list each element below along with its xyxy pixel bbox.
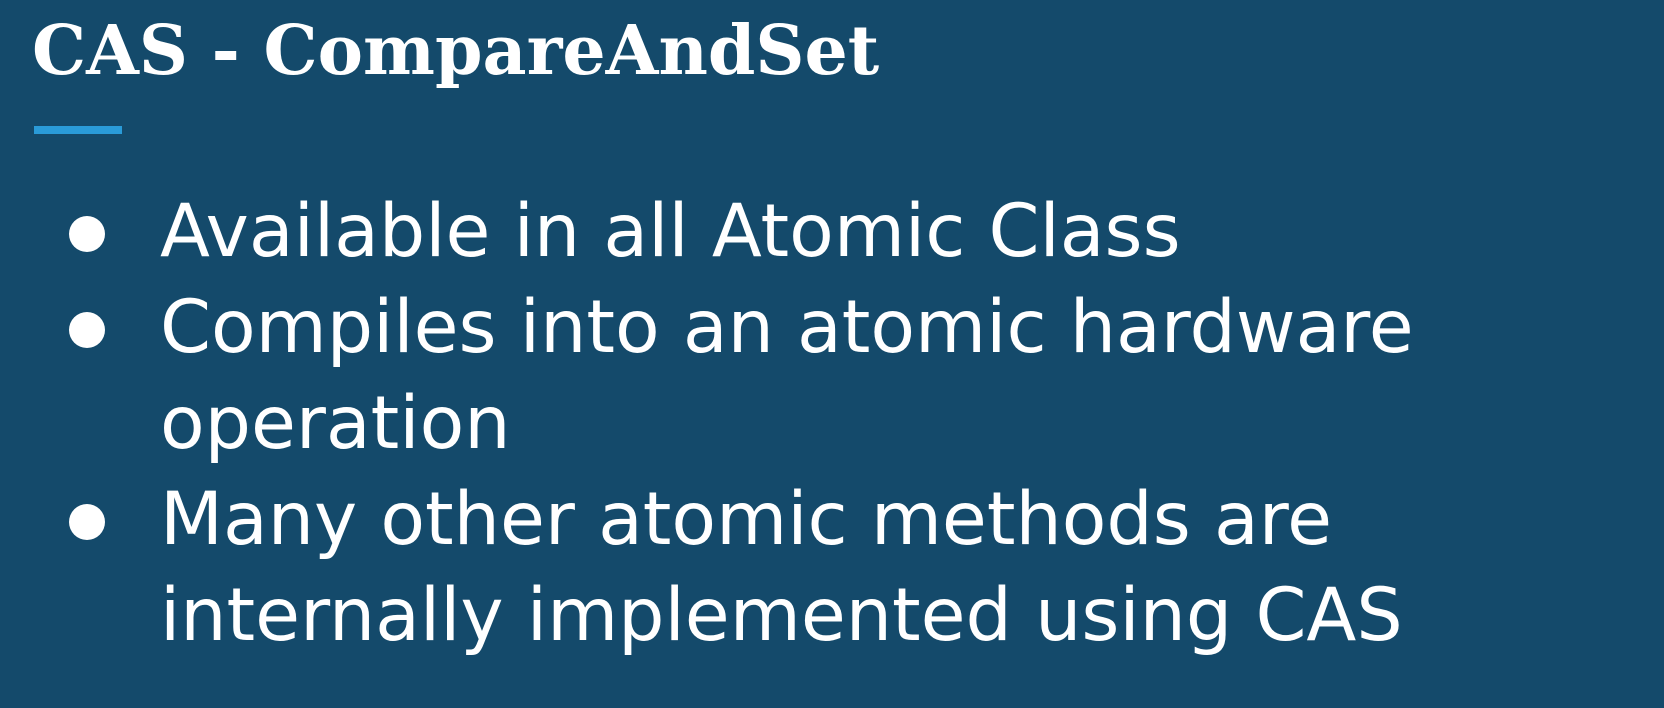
bullet-item: Compiles into an atomic hardware operati…: [0, 280, 1664, 472]
bullet-line: Many other atomic methods are: [160, 477, 1333, 562]
bullet-text: Available in all Atomic Class: [160, 184, 1664, 280]
bullet-dot-icon: [69, 216, 105, 252]
bullet-dot-icon: [69, 312, 105, 348]
bullet-line: Compiles into an atomic hardware: [160, 285, 1414, 370]
slide: CAS - CompareAndSet Available in all Ato…: [0, 0, 1664, 708]
slide-title: CAS - CompareAndSet: [32, 11, 880, 91]
bullet-list: Available in all Atomic Class Compiles i…: [0, 184, 1664, 664]
bullet-text: Many other atomic methods are internally…: [160, 472, 1664, 664]
bullet-line: internally implemented using CAS: [160, 573, 1403, 658]
bullet-dot-icon: [69, 504, 105, 540]
title-accent-line: [34, 126, 122, 134]
bullet-text: Compiles into an atomic hardware operati…: [160, 280, 1664, 472]
bullet-line: Available in all Atomic Class: [160, 189, 1181, 274]
bullet-item: Available in all Atomic Class: [0, 184, 1664, 280]
bullet-item: Many other atomic methods are internally…: [0, 472, 1664, 664]
bullet-line: operation: [160, 381, 511, 466]
